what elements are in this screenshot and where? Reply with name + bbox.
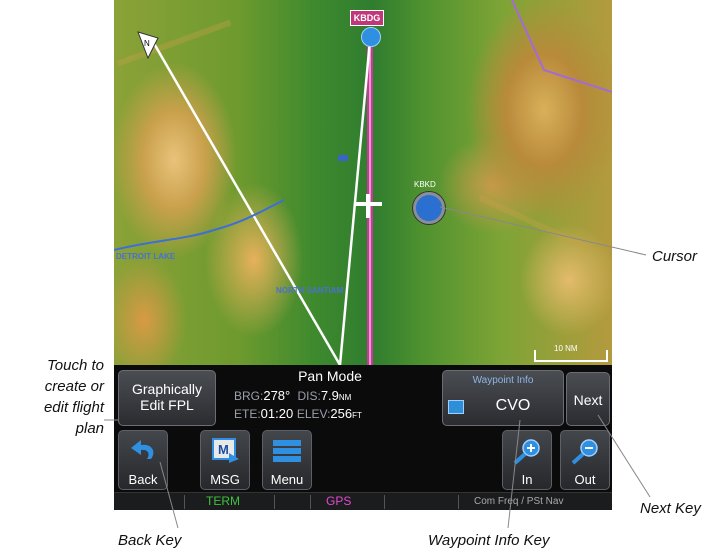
callout-leaders [104,206,651,529]
waypoint-info-leader [507,419,521,529]
touch-callout-line-3: edit flight [43,399,104,416]
cursor-leader [439,206,647,256]
touch-edit-callout: Touch to create or edit flight plan [4,355,104,439]
touch-callout-line-4: plan [75,420,104,437]
next-key-callout: Next Key [640,500,701,517]
back-key-callout: Back Key [118,532,182,549]
touch-callout-line-1: Touch to [47,357,104,374]
back-leader [159,461,179,529]
touch-callout-line-2: create or [44,378,104,395]
next-leader [597,414,651,498]
cursor-callout: Cursor [652,248,698,265]
waypoint-info-key-callout: Waypoint Info Key [428,532,550,549]
